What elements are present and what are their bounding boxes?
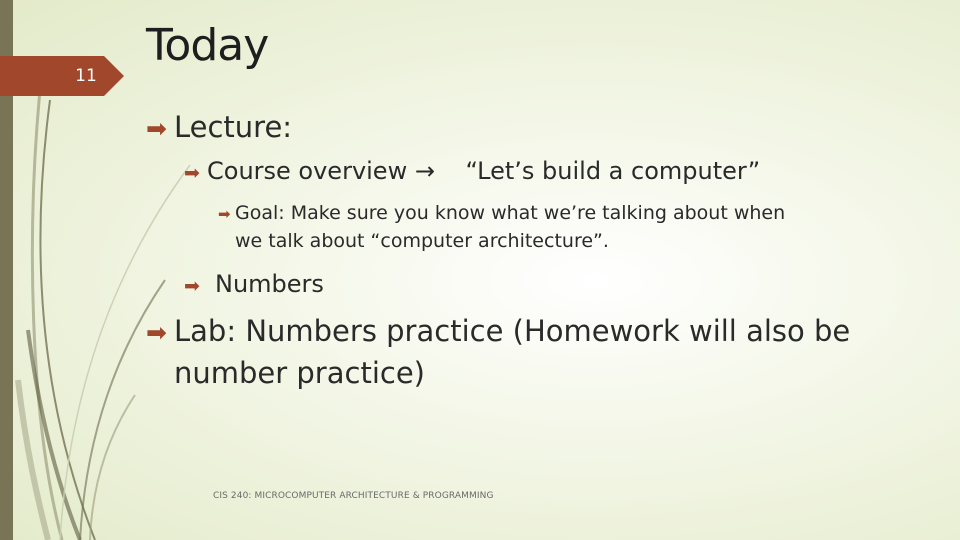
- page-number: 11: [75, 66, 97, 86]
- slide-footer: CIS 240: MICROCOMPUTER ARCHITECTURE & PR…: [213, 491, 494, 501]
- slide: 11 Today ➡ Lecture: ➡ Course overview → “L…: [0, 0, 960, 540]
- bullet-numbers: ➡ Numbers: [184, 268, 324, 302]
- bullet-goal: ➡ Goal: Make sure you know what we’re tal…: [218, 200, 933, 255]
- bullet-text: Lecture:: [174, 110, 293, 144]
- decorative-curves: [15, 69, 191, 540]
- bullet-lecture: ➡ Lecture:: [146, 108, 292, 148]
- arrow-right-icon: ➡: [146, 318, 167, 347]
- bullet-text-line1: Goal: Make sure you know what we’re talk…: [235, 202, 786, 224]
- arrow-right-icon: ➡: [184, 162, 200, 184]
- arrow-right-icon: ➡: [218, 205, 231, 223]
- bullet-text: Numbers: [215, 270, 324, 298]
- bullet-course-overview: ➡ Course overview → “Let’s build a comput…: [184, 155, 760, 189]
- slide-title: Today: [146, 20, 269, 71]
- bullet-text-line2: number practice): [174, 356, 425, 390]
- arrow-right-icon: ➡: [146, 114, 167, 143]
- arrow-right-icon: ➡: [184, 275, 200, 297]
- bullet-lab: ➡ Lab: Numbers practice (Homework will al…: [146, 311, 936, 393]
- bullet-text-line2: we talk about “computer architecture”.: [235, 230, 609, 252]
- bullet-text-line1: Lab: Numbers practice (Homework will als…: [174, 314, 851, 348]
- bullet-text: Course overview → “Let’s build a compute…: [207, 157, 761, 185]
